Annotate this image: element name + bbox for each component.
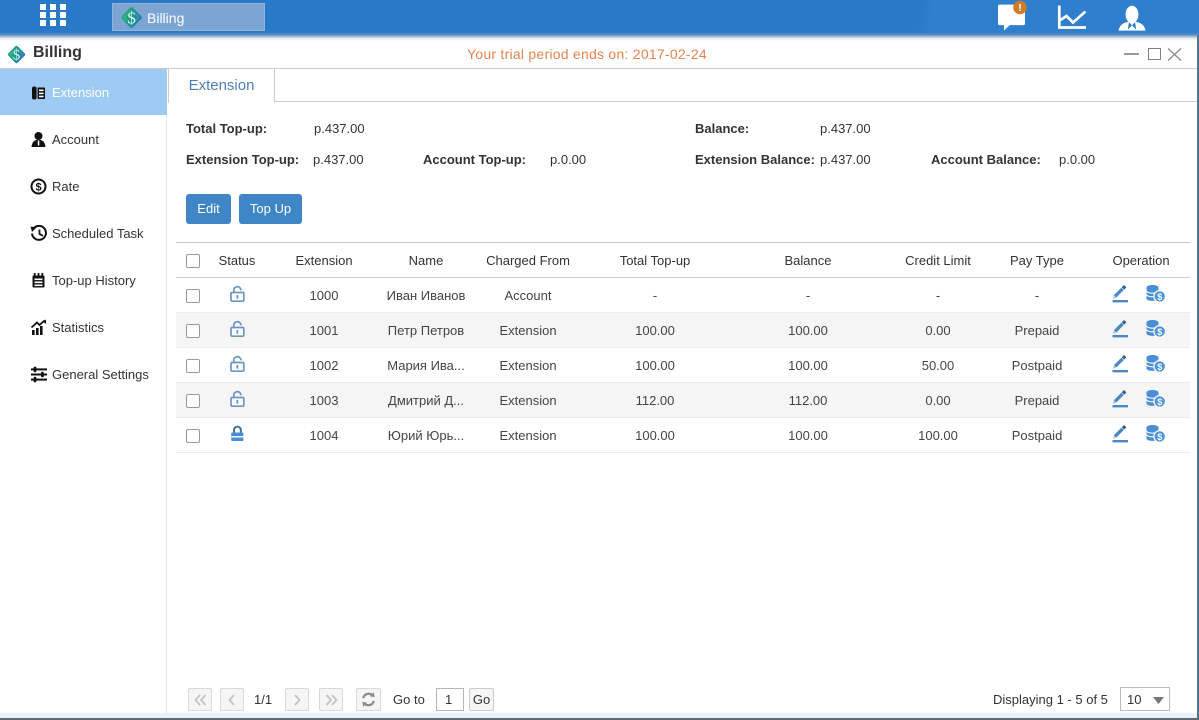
- svg-text:$: $: [127, 8, 136, 27]
- svg-text:$: $: [1157, 292, 1162, 302]
- svg-text:$: $: [1157, 362, 1162, 372]
- svg-text:$: $: [13, 47, 20, 63]
- svg-text:$: $: [1157, 432, 1162, 442]
- svg-text:!: !: [1018, 2, 1022, 14]
- svg-text:$: $: [1157, 327, 1162, 337]
- svg-text:$: $: [1157, 397, 1162, 407]
- svg-text:$: $: [35, 182, 41, 194]
